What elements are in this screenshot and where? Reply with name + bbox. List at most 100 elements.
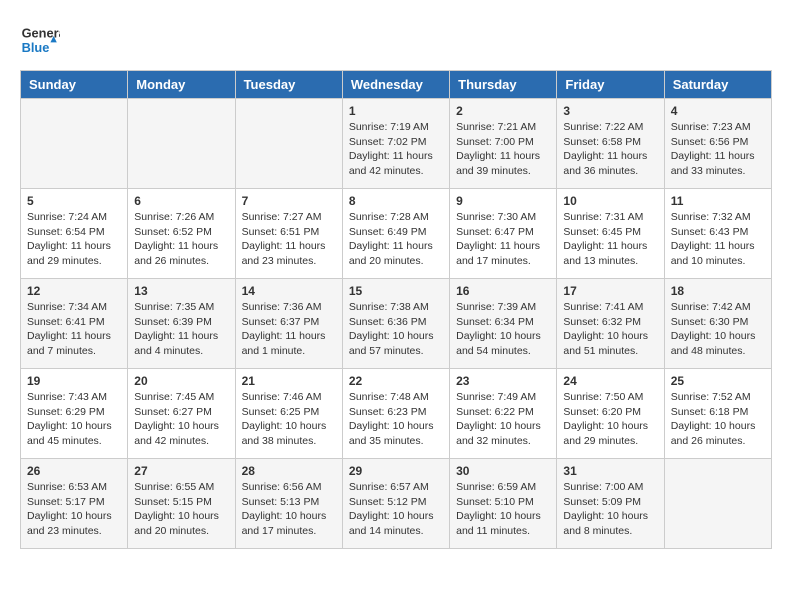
- calendar-cell: 13 Sunrise: 7:35 AM Sunset: 6:39 PM Dayli…: [128, 279, 235, 369]
- calendar-cell: 18Sunrise: 7:42 AM Sunset: 6:30 PM Dayli…: [664, 279, 771, 369]
- day-number: 9: [456, 194, 550, 208]
- calendar-cell: 28 Sunrise: 6:56 AM Sunset: 5:13 PM Dayli…: [235, 459, 342, 549]
- day-info: Sunrise: 7:31 AM Sunset: 6:45 PM Dayligh…: [563, 210, 657, 269]
- day-info: Sunrise: 7:43 AM Sunset: 6:29 PM Dayligh…: [27, 390, 121, 449]
- day-number: 17: [563, 284, 657, 298]
- day-number: 10: [563, 194, 657, 208]
- day-number: 20: [134, 374, 228, 388]
- calendar-cell: 30 Sunrise: 6:59 AM Sunset: 5:10 PM Dayli…: [450, 459, 557, 549]
- calendar-week-5: 26 Sunrise: 6:53 AM Sunset: 5:17 PM Dayli…: [21, 459, 772, 549]
- day-info: Sunrise: 6:56 AM Sunset: 5:13 PM Dayligh…: [242, 480, 336, 539]
- day-header-sunday: Sunday: [21, 71, 128, 99]
- day-info: Sunrise: 7:21 AM Sunset: 7:00 PM Dayligh…: [456, 120, 550, 179]
- calendar-cell: 4 Sunrise: 7:23 AM Sunset: 6:56 PM Daylig…: [664, 99, 771, 189]
- day-number: 28: [242, 464, 336, 478]
- calendar-cell: [235, 99, 342, 189]
- calendar-cell: 26 Sunrise: 6:53 AM Sunset: 5:17 PM Dayli…: [21, 459, 128, 549]
- calendar-cell: 2 Sunrise: 7:21 AM Sunset: 7:00 PM Daylig…: [450, 99, 557, 189]
- day-info: Sunrise: 7:50 AM Sunset: 6:20 PM Dayligh…: [563, 390, 657, 449]
- day-header-saturday: Saturday: [664, 71, 771, 99]
- day-info: Sunrise: 6:59 AM Sunset: 5:10 PM Dayligh…: [456, 480, 550, 539]
- calendar-cell: 25 Sunrise: 7:52 AM Sunset: 6:18 PM Dayli…: [664, 369, 771, 459]
- day-number: 25: [671, 374, 765, 388]
- calendar-cell: 21Sunrise: 7:46 AM Sunset: 6:25 PM Dayli…: [235, 369, 342, 459]
- calendar-cell: 11 Sunrise: 7:32 AM Sunset: 6:43 PM Dayli…: [664, 189, 771, 279]
- day-number: 30: [456, 464, 550, 478]
- day-info: Sunrise: 7:26 AM Sunset: 6:52 PM Dayligh…: [134, 210, 228, 269]
- calendar-cell: 17Sunrise: 7:41 AM Sunset: 6:32 PM Dayli…: [557, 279, 664, 369]
- page-header: General Blue: [20, 20, 772, 60]
- day-number: 1: [349, 104, 443, 118]
- calendar-cell: 19 Sunrise: 7:43 AM Sunset: 6:29 PM Dayli…: [21, 369, 128, 459]
- calendar-cell: 31 Sunrise: 7:00 AM Sunset: 5:09 PM Dayli…: [557, 459, 664, 549]
- day-number: 5: [27, 194, 121, 208]
- calendar-cell: 15 Sunrise: 7:38 AM Sunset: 6:36 PM Dayli…: [342, 279, 449, 369]
- calendar-cell: 16 Sunrise: 7:39 AM Sunset: 6:34 PM Dayli…: [450, 279, 557, 369]
- day-info: Sunrise: 7:38 AM Sunset: 6:36 PM Dayligh…: [349, 300, 443, 359]
- day-number: 3: [563, 104, 657, 118]
- day-info: Sunrise: 7:46 AM Sunset: 6:25 PM Dayligh…: [242, 390, 336, 449]
- calendar-cell: 20Sunrise: 7:45 AM Sunset: 6:27 PM Dayli…: [128, 369, 235, 459]
- calendar-cell: 1 Sunrise: 7:19 AM Sunset: 7:02 PM Daylig…: [342, 99, 449, 189]
- day-number: 18: [671, 284, 765, 298]
- day-info: Sunrise: 6:53 AM Sunset: 5:17 PM Dayligh…: [27, 480, 121, 539]
- day-info: Sunrise: 7:22 AM Sunset: 6:58 PM Dayligh…: [563, 120, 657, 179]
- day-info: Sunrise: 6:57 AM Sunset: 5:12 PM Dayligh…: [349, 480, 443, 539]
- calendar-cell: 12 Sunrise: 7:34 AM Sunset: 6:41 PM Dayli…: [21, 279, 128, 369]
- day-header-tuesday: Tuesday: [235, 71, 342, 99]
- day-info: Sunrise: 7:32 AM Sunset: 6:43 PM Dayligh…: [671, 210, 765, 269]
- day-info: Sunrise: 7:24 AM Sunset: 6:54 PM Dayligh…: [27, 210, 121, 269]
- day-number: 2: [456, 104, 550, 118]
- day-info: Sunrise: 7:48 AM Sunset: 6:23 PM Dayligh…: [349, 390, 443, 449]
- calendar-cell: 7 Sunrise: 7:27 AM Sunset: 6:51 PM Daylig…: [235, 189, 342, 279]
- day-info: Sunrise: 7:49 AM Sunset: 6:22 PM Dayligh…: [456, 390, 550, 449]
- day-header-wednesday: Wednesday: [342, 71, 449, 99]
- day-number: 7: [242, 194, 336, 208]
- day-number: 15: [349, 284, 443, 298]
- calendar-table: SundayMondayTuesdayWednesdayThursdayFrid…: [20, 70, 772, 549]
- day-number: 31: [563, 464, 657, 478]
- calendar-cell: 3 Sunrise: 7:22 AM Sunset: 6:58 PM Daylig…: [557, 99, 664, 189]
- calendar-week-1: 1 Sunrise: 7:19 AM Sunset: 7:02 PM Daylig…: [21, 99, 772, 189]
- day-number: 26: [27, 464, 121, 478]
- day-info: Sunrise: 7:23 AM Sunset: 6:56 PM Dayligh…: [671, 120, 765, 179]
- day-info: Sunrise: 7:34 AM Sunset: 6:41 PM Dayligh…: [27, 300, 121, 359]
- day-info: Sunrise: 6:55 AM Sunset: 5:15 PM Dayligh…: [134, 480, 228, 539]
- day-info: Sunrise: 7:19 AM Sunset: 7:02 PM Dayligh…: [349, 120, 443, 179]
- day-number: 11: [671, 194, 765, 208]
- day-number: 22: [349, 374, 443, 388]
- calendar-cell: [21, 99, 128, 189]
- day-number: 19: [27, 374, 121, 388]
- day-header-friday: Friday: [557, 71, 664, 99]
- calendar-cell: 5 Sunrise: 7:24 AM Sunset: 6:54 PM Daylig…: [21, 189, 128, 279]
- day-info: Sunrise: 7:39 AM Sunset: 6:34 PM Dayligh…: [456, 300, 550, 359]
- day-info: Sunrise: 7:52 AM Sunset: 6:18 PM Dayligh…: [671, 390, 765, 449]
- day-number: 12: [27, 284, 121, 298]
- day-number: 14: [242, 284, 336, 298]
- day-header-monday: Monday: [128, 71, 235, 99]
- day-info: Sunrise: 7:00 AM Sunset: 5:09 PM Dayligh…: [563, 480, 657, 539]
- day-number: 24: [563, 374, 657, 388]
- day-info: Sunrise: 7:28 AM Sunset: 6:49 PM Dayligh…: [349, 210, 443, 269]
- calendar-header-row: SundayMondayTuesdayWednesdayThursdayFrid…: [21, 71, 772, 99]
- calendar-week-2: 5 Sunrise: 7:24 AM Sunset: 6:54 PM Daylig…: [21, 189, 772, 279]
- day-info: Sunrise: 7:35 AM Sunset: 6:39 PM Dayligh…: [134, 300, 228, 359]
- calendar-cell: 14 Sunrise: 7:36 AM Sunset: 6:37 PM Dayli…: [235, 279, 342, 369]
- calendar-cell: 8Sunrise: 7:28 AM Sunset: 6:49 PM Daylig…: [342, 189, 449, 279]
- calendar-week-4: 19 Sunrise: 7:43 AM Sunset: 6:29 PM Dayli…: [21, 369, 772, 459]
- day-number: 13: [134, 284, 228, 298]
- day-info: Sunrise: 7:27 AM Sunset: 6:51 PM Dayligh…: [242, 210, 336, 269]
- day-number: 27: [134, 464, 228, 478]
- calendar-cell: [128, 99, 235, 189]
- calendar-week-3: 12 Sunrise: 7:34 AM Sunset: 6:41 PM Dayli…: [21, 279, 772, 369]
- calendar-cell: 23Sunrise: 7:49 AM Sunset: 6:22 PM Dayli…: [450, 369, 557, 459]
- calendar-cell: 24 Sunrise: 7:50 AM Sunset: 6:20 PM Dayli…: [557, 369, 664, 459]
- day-number: 4: [671, 104, 765, 118]
- day-number: 6: [134, 194, 228, 208]
- day-info: Sunrise: 7:36 AM Sunset: 6:37 PM Dayligh…: [242, 300, 336, 359]
- calendar-cell: 6 Sunrise: 7:26 AM Sunset: 6:52 PM Daylig…: [128, 189, 235, 279]
- svg-text:Blue: Blue: [22, 40, 50, 55]
- day-number: 16: [456, 284, 550, 298]
- logo: General Blue: [20, 20, 60, 60]
- calendar-cell: [664, 459, 771, 549]
